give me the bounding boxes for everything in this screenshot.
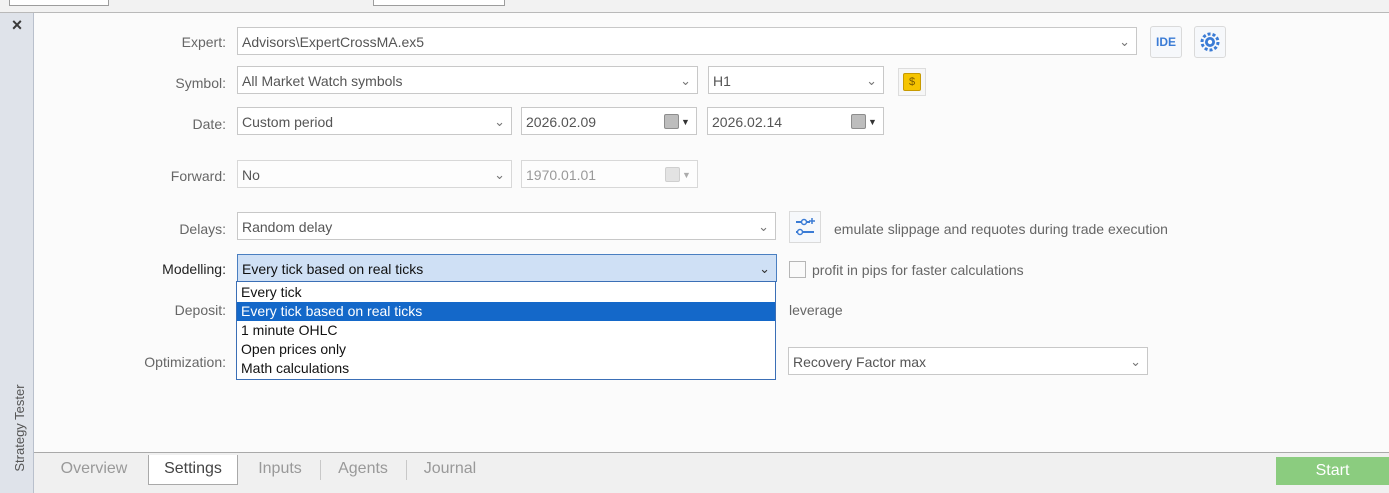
chevron-down-icon: ⌄ xyxy=(758,219,769,234)
tab-inputs[interactable]: Inputs xyxy=(246,455,314,485)
forward-select[interactable]: No ⌄ xyxy=(237,160,512,188)
optimization-criterion-select[interactable]: Recovery Factor max ⌄ xyxy=(788,347,1148,375)
calendar-dropdown-button: ▼ xyxy=(665,167,691,183)
tab-divider xyxy=(406,460,407,480)
modelling-option[interactable]: Math calculations xyxy=(237,359,775,378)
modelling-option[interactable]: Open prices only xyxy=(237,340,775,359)
modelling-option[interactable]: Every tick xyxy=(237,283,775,302)
delays-settings-button[interactable] xyxy=(789,211,821,243)
modelling-option-selected[interactable]: Every tick based on real ticks xyxy=(237,302,775,321)
tab-divider xyxy=(320,460,321,480)
dropdown-arrow-icon: ▼ xyxy=(682,170,691,180)
chevron-down-icon: ⌄ xyxy=(1130,354,1141,369)
date-to-picker[interactable]: 2026.02.14 ▼ xyxy=(707,107,884,135)
side-panel-title: Strategy Tester xyxy=(12,384,27,472)
close-icon[interactable]: × xyxy=(8,15,26,35)
tab-journal[interactable]: Journal xyxy=(414,455,486,485)
timeframe-select[interactable]: H1 ⌄ xyxy=(708,66,884,94)
calendar-dropdown-button[interactable]: ▼ xyxy=(664,114,690,130)
timeframe-select-value: H1 xyxy=(713,73,731,89)
delays-label: Delays: xyxy=(179,221,226,237)
leverage-label: leverage xyxy=(789,302,843,318)
expert-select-value: Advisors\ExpertCrossMA.ex5 xyxy=(242,34,425,50)
gear-icon xyxy=(1200,32,1220,52)
forward-date-picker: 1970.01.01 ▼ xyxy=(521,160,698,188)
date-from-value: 2026.02.09 xyxy=(526,114,597,130)
dropdown-arrow-icon: ▼ xyxy=(681,117,690,127)
date-to-value: 2026.02.14 xyxy=(712,114,783,130)
calendar-icon xyxy=(665,167,680,182)
symbol-label: Symbol: xyxy=(175,75,226,91)
symbol-badge-icon: $ xyxy=(903,73,921,91)
top-toolbar-control[interactable] xyxy=(9,0,109,6)
deposit-label: Deposit: xyxy=(174,302,226,318)
chevron-down-icon: ⌄ xyxy=(494,114,505,129)
optimization-label: Optimization: xyxy=(144,354,226,370)
ide-button[interactable]: IDE xyxy=(1150,26,1182,58)
chevron-down-icon: ⌄ xyxy=(866,73,877,88)
delays-select-value: Random delay xyxy=(242,219,333,235)
modelling-select[interactable]: Every tick based on real ticks ⌄ xyxy=(237,254,777,282)
symbol-properties-button[interactable]: $ xyxy=(898,68,926,96)
start-button[interactable]: Start xyxy=(1276,457,1389,485)
top-toolbar-control[interactable] xyxy=(373,0,505,6)
modelling-dropdown-list: Every tick Every tick based on real tick… xyxy=(236,281,776,380)
chevron-down-icon: ⌄ xyxy=(494,167,505,182)
symbol-select-value: All Market Watch symbols xyxy=(242,73,403,89)
top-toolbar-strip xyxy=(0,0,1389,13)
date-label: Date: xyxy=(192,116,226,132)
calendar-icon xyxy=(664,114,679,129)
date-mode-value: Custom period xyxy=(242,114,334,130)
delays-note: emulate slippage and requotes during tra… xyxy=(834,221,1168,237)
profit-in-pips-checkbox[interactable] xyxy=(789,261,806,278)
chevron-down-icon: ⌄ xyxy=(680,73,691,88)
tab-settings[interactable]: Settings xyxy=(148,455,238,485)
chevron-down-icon: ⌄ xyxy=(759,261,770,276)
profit-in-pips-label: profit in pips for faster calculations xyxy=(812,262,1024,278)
forward-date-value: 1970.01.01 xyxy=(526,167,597,183)
date-mode-select[interactable]: Custom period ⌄ xyxy=(237,107,512,135)
expert-select[interactable]: Advisors\ExpertCrossMA.ex5 ⌄ xyxy=(237,27,1137,55)
calendar-icon xyxy=(851,114,866,129)
date-from-picker[interactable]: 2026.02.09 ▼ xyxy=(521,107,697,135)
sliders-icon xyxy=(796,218,815,236)
modelling-option[interactable]: 1 minute OHLC xyxy=(237,321,775,340)
dropdown-arrow-icon: ▼ xyxy=(868,117,877,127)
tab-agents[interactable]: Agents xyxy=(326,455,400,485)
symbol-select[interactable]: All Market Watch symbols ⌄ xyxy=(237,66,698,94)
modelling-label: Modelling: xyxy=(162,261,226,277)
modelling-select-value: Every tick based on real ticks xyxy=(242,261,424,277)
expert-settings-button[interactable] xyxy=(1194,26,1226,58)
ide-icon: IDE xyxy=(1155,35,1176,49)
forward-label: Forward: xyxy=(170,168,226,184)
calendar-dropdown-button[interactable]: ▼ xyxy=(851,114,877,130)
tab-overview[interactable]: Overview xyxy=(46,455,142,485)
optimization-criterion-value: Recovery Factor max xyxy=(793,354,927,370)
delays-select[interactable]: Random delay ⌄ xyxy=(237,212,776,240)
forward-select-value: No xyxy=(242,167,260,183)
expert-label: Expert: xyxy=(181,34,226,50)
chevron-down-icon: ⌄ xyxy=(1119,34,1130,49)
